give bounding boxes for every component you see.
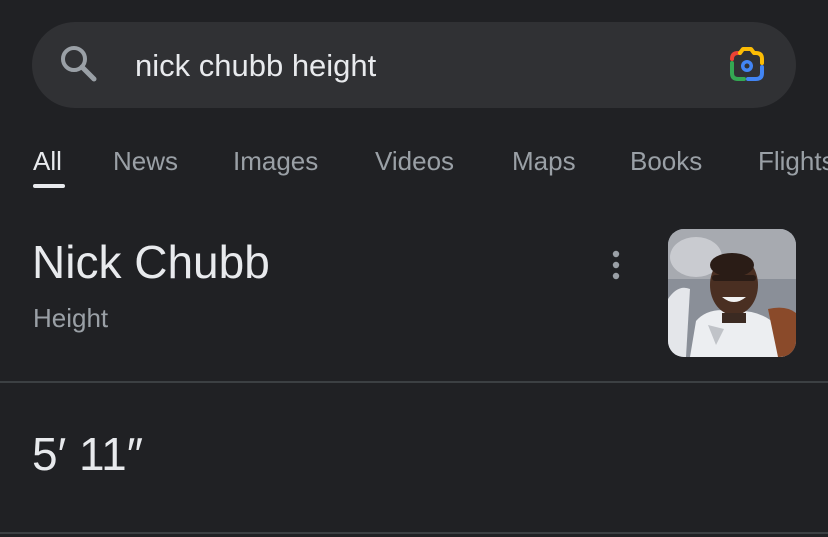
tab-images[interactable]: Images: [233, 142, 318, 180]
knowledge-panel-subtitle: Height: [33, 303, 109, 333]
player-photo-image: [668, 229, 796, 357]
search-results-page: nick chubb height All News Images Videos…: [0, 0, 828, 537]
section-divider: [0, 381, 828, 383]
tab-maps[interactable]: Maps: [512, 142, 576, 180]
tab-videos[interactable]: Videos: [375, 142, 454, 180]
more-vert-icon[interactable]: [600, 246, 632, 284]
player-photo-thumbnail[interactable]: [668, 229, 796, 357]
tab-books[interactable]: Books: [630, 142, 702, 180]
search-icon[interactable]: [58, 43, 100, 85]
google-lens-icon[interactable]: [726, 45, 768, 85]
section-divider-bottom: [0, 532, 828, 534]
tab-news[interactable]: News: [113, 142, 178, 180]
active-tab-indicator: [33, 184, 65, 188]
search-tabs: All News Images Videos Maps Books Flight…: [0, 138, 828, 194]
search-input[interactable]: nick chubb height: [135, 44, 376, 88]
height-answer: 5′ 11″: [32, 428, 144, 480]
knowledge-panel-title[interactable]: Nick Chubb: [32, 232, 270, 292]
tab-all[interactable]: All: [33, 142, 62, 180]
tab-flights[interactable]: Flights: [758, 142, 828, 180]
